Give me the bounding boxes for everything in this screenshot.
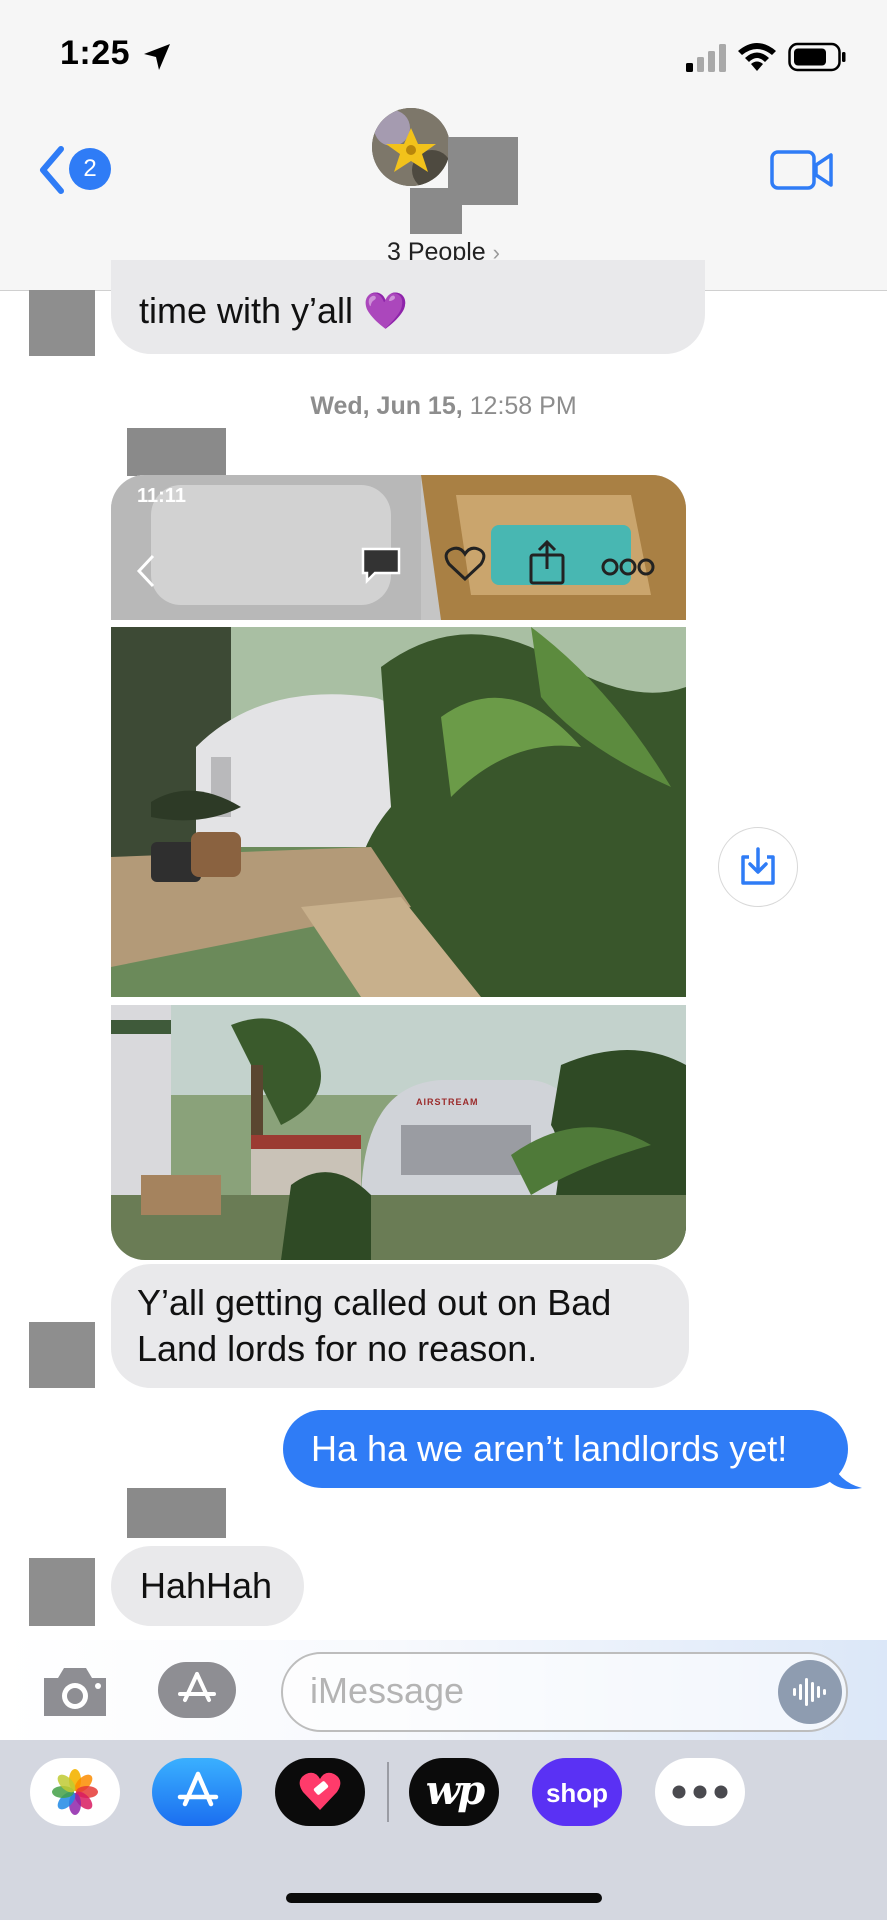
audio-message-button[interactable] <box>778 1660 842 1724</box>
washington-post-app-button[interactable]: wp <box>409 1758 499 1826</box>
airstream-sign: AIRSTREAM <box>416 1097 479 1107</box>
timestamp-day: Wed, Jun 15, <box>310 392 463 420</box>
wifi-icon <box>738 43 776 71</box>
shop-logo: shop <box>545 1778 609 1808</box>
unread-count-badge: 2 <box>69 148 111 190</box>
timestamp-time: 12:58 PM <box>469 392 577 420</box>
drawer-divider <box>387 1762 389 1822</box>
save-photo-button[interactable] <box>718 827 798 907</box>
photo-garden-deck <box>111 627 686 997</box>
garden-trailer-photo-icon <box>111 627 686 997</box>
redacted-avatar-block <box>410 188 462 234</box>
status-time: 1:25 <box>60 34 131 72</box>
camera-icon[interactable] <box>40 1664 110 1720</box>
group-avatar[interactable] <box>372 108 450 186</box>
message-input-placeholder: iMessage <box>310 1670 465 1711</box>
airstream-photo-icon <box>111 1005 686 1260</box>
cellular-signal-icon <box>686 44 726 72</box>
photo-attachment[interactable]: 11:11 AIRSTREAM <box>111 475 686 1260</box>
waveform-icon <box>793 1678 826 1706</box>
redacted-sender-name <box>127 1488 226 1538</box>
message-text: Y’all getting called out on Bad Land lor… <box>137 1282 612 1369</box>
sender-avatar <box>29 1322 95 1388</box>
heart-icon <box>444 546 486 582</box>
photo-status-time: 11:11 <box>137 485 186 507</box>
location-arrow-icon <box>144 44 170 70</box>
photo-airstream: AIRSTREAM <box>111 1005 686 1260</box>
redacted-sender-name <box>127 428 226 476</box>
heart-app-button[interactable] <box>275 1758 365 1826</box>
apps-button[interactable] <box>158 1662 236 1718</box>
message-text: HahHah <box>140 1565 273 1606</box>
message-timestamp: Wed, Jun 15, 12:58 PM <box>0 392 887 421</box>
app-store-icon <box>177 1771 219 1807</box>
message-text: time with y’all 💜 <box>139 290 408 331</box>
photo-top-strip: 11:11 <box>111 475 686 620</box>
more-icon <box>601 558 655 576</box>
wp-logo: wp <box>425 1767 485 1814</box>
message-bubble-incoming[interactable]: HahHah <box>111 1546 304 1626</box>
message-text: Ha ha we aren’t landlords yet! <box>311 1428 788 1469</box>
message-bubble-outgoing[interactable]: Ha ha we aren’t landlords yet! <box>283 1410 848 1488</box>
shop-app-button[interactable]: shop <box>532 1758 622 1826</box>
home-indicator[interactable] <box>286 1893 602 1903</box>
message-bubble-incoming[interactable]: Y’all getting called out on Bad Land lor… <box>111 1264 689 1388</box>
photos-app-button[interactable] <box>30 1758 120 1826</box>
download-icon <box>741 847 775 885</box>
share-icon <box>529 539 565 585</box>
sender-avatar <box>29 1558 95 1626</box>
flower-photo-icon <box>372 108 450 186</box>
battery-icon <box>788 42 846 72</box>
heart-icon <box>299 1772 341 1810</box>
comment-icon <box>361 547 401 585</box>
photos-icon <box>52 1769 98 1815</box>
app-store-icon <box>178 1672 216 1702</box>
more-apps-button[interactable] <box>655 1758 745 1826</box>
chevron-left-icon <box>136 554 155 588</box>
chevron-left-icon <box>40 146 64 194</box>
more-icon <box>672 1785 728 1799</box>
sender-avatar <box>29 290 95 356</box>
bubble-tail <box>830 1458 862 1490</box>
video-camera-icon[interactable] <box>770 150 834 190</box>
app-store-app-button[interactable] <box>152 1758 242 1826</box>
